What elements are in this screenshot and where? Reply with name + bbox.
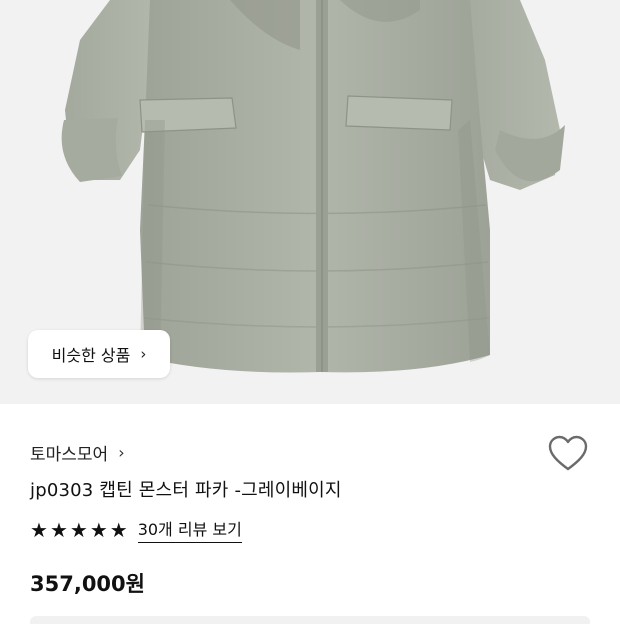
star-filled-icon: ★ — [89, 517, 108, 542]
chevron-right-icon: › — [118, 443, 125, 462]
rating-row: ★ ★ ★ ★ ★ 30개 리뷰 보기 — [30, 516, 242, 543]
product-title: jp0303 캡틴 몬스터 파카 -그레이베이지 — [30, 480, 342, 501]
similar-products-label: 비슷한 상품 — [51, 346, 131, 365]
store-link[interactable]: 토마스모어 › — [30, 440, 125, 465]
similar-products-button[interactable]: 비슷한 상품 › — [28, 330, 170, 378]
star-filled-icon: ★ — [49, 517, 68, 542]
star-filled-icon: ★ — [30, 517, 48, 542]
star-filled-icon: ★ — [69, 517, 88, 542]
store-name: 토마스모어 — [30, 445, 109, 465]
product-info: 토마스모어 › jp0303 캡틴 몬스터 파카 -그레이베이지 ★ ★ ★ ★… — [0, 404, 620, 624]
product-price: 357,000원 — [30, 572, 145, 596]
star-filled-icon: ★ — [109, 517, 128, 542]
chevron-right-icon: › — [140, 345, 147, 363]
heart-icon[interactable] — [547, 434, 589, 474]
reviews-link[interactable]: 30개 리뷰 보기 — [137, 516, 242, 543]
product-image[interactable]: 비슷한 상품 › — [0, 0, 620, 404]
rating-stars: ★ ★ ★ ★ ★ — [30, 520, 128, 540]
next-section-edge — [30, 616, 590, 624]
